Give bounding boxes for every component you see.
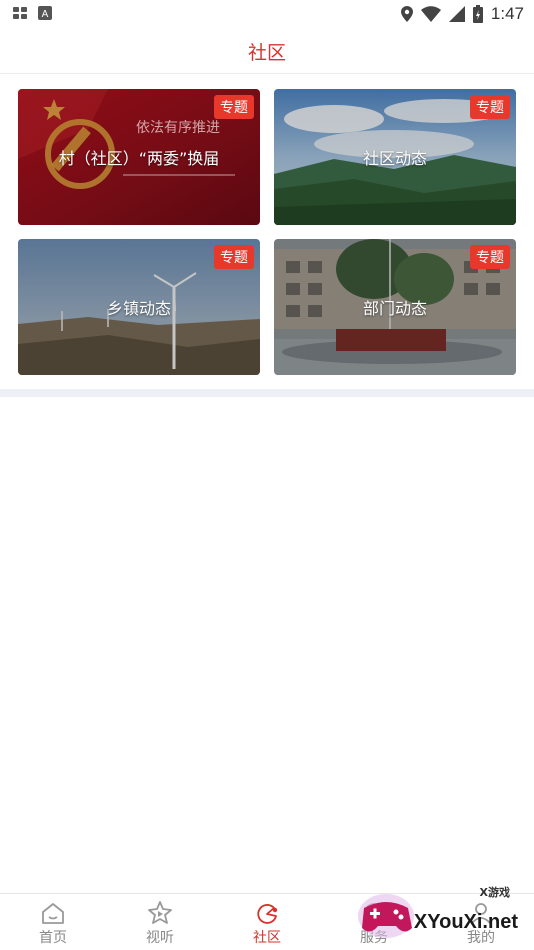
signal-icon [448,6,465,22]
notification-app-icon [13,7,27,19]
tab-label: 视听 [146,930,174,946]
tab-label: 社区 [253,930,281,946]
watermark-small-text: X游戏 [479,886,510,899]
watermark-brand-text: XYouXi.net [413,911,518,933]
topic-card-township-news[interactable]: 乡镇动态 专题 [18,239,260,375]
tab-community[interactable]: 社区 [227,900,307,947]
wifi-icon [420,6,441,22]
site-watermark: X游戏 XYouXi.net [352,884,528,944]
card-title: 村（社区）“两委”换届 [58,149,220,168]
star-play-icon [148,901,172,924]
card-title: 社区动态 [362,149,427,168]
card-title: 部门动态 [362,299,427,318]
topic-badge: 专题 [214,95,254,119]
home-icon [42,903,64,924]
tab-label: 首页 [39,930,67,946]
battery-icon [472,5,483,23]
topic-badge: 专题 [214,245,254,269]
topic-grid: 依法有序推进 村（社区）“两委”换届 专题 社区动态 专题 乡镇动态 专题 部门… [18,89,516,375]
card-overlay-text: 依法有序推进 [136,120,220,136]
svg-text:A: A [42,9,49,20]
topic-card-community-news[interactable]: 社区动态 专题 [274,89,516,225]
watermark-gamepad-icon [358,894,414,938]
notification-a-icon: A [38,6,52,20]
top-header: 社区 [0,28,534,74]
status-bar: A 1:47 [0,0,534,28]
section-divider [0,389,534,397]
tab-home[interactable]: 首页 [13,900,93,947]
community-icon [257,904,278,924]
topic-badge: 专题 [470,245,510,269]
topic-card-election[interactable]: 依法有序推进 村（社区）“两委”换届 专题 [18,89,260,225]
card-title: 乡镇动态 [106,299,171,318]
status-bar-system: 1:47 [400,4,524,24]
status-time: 1:47 [490,4,524,23]
status-bar-notifications: A [12,5,52,21]
tab-media[interactable]: 视听 [120,900,200,947]
location-icon [400,6,413,22]
topic-card-department-news[interactable]: 部门动态 专题 [274,239,516,375]
page-title: 社区 [247,42,286,64]
topic-badge: 专题 [470,95,510,119]
